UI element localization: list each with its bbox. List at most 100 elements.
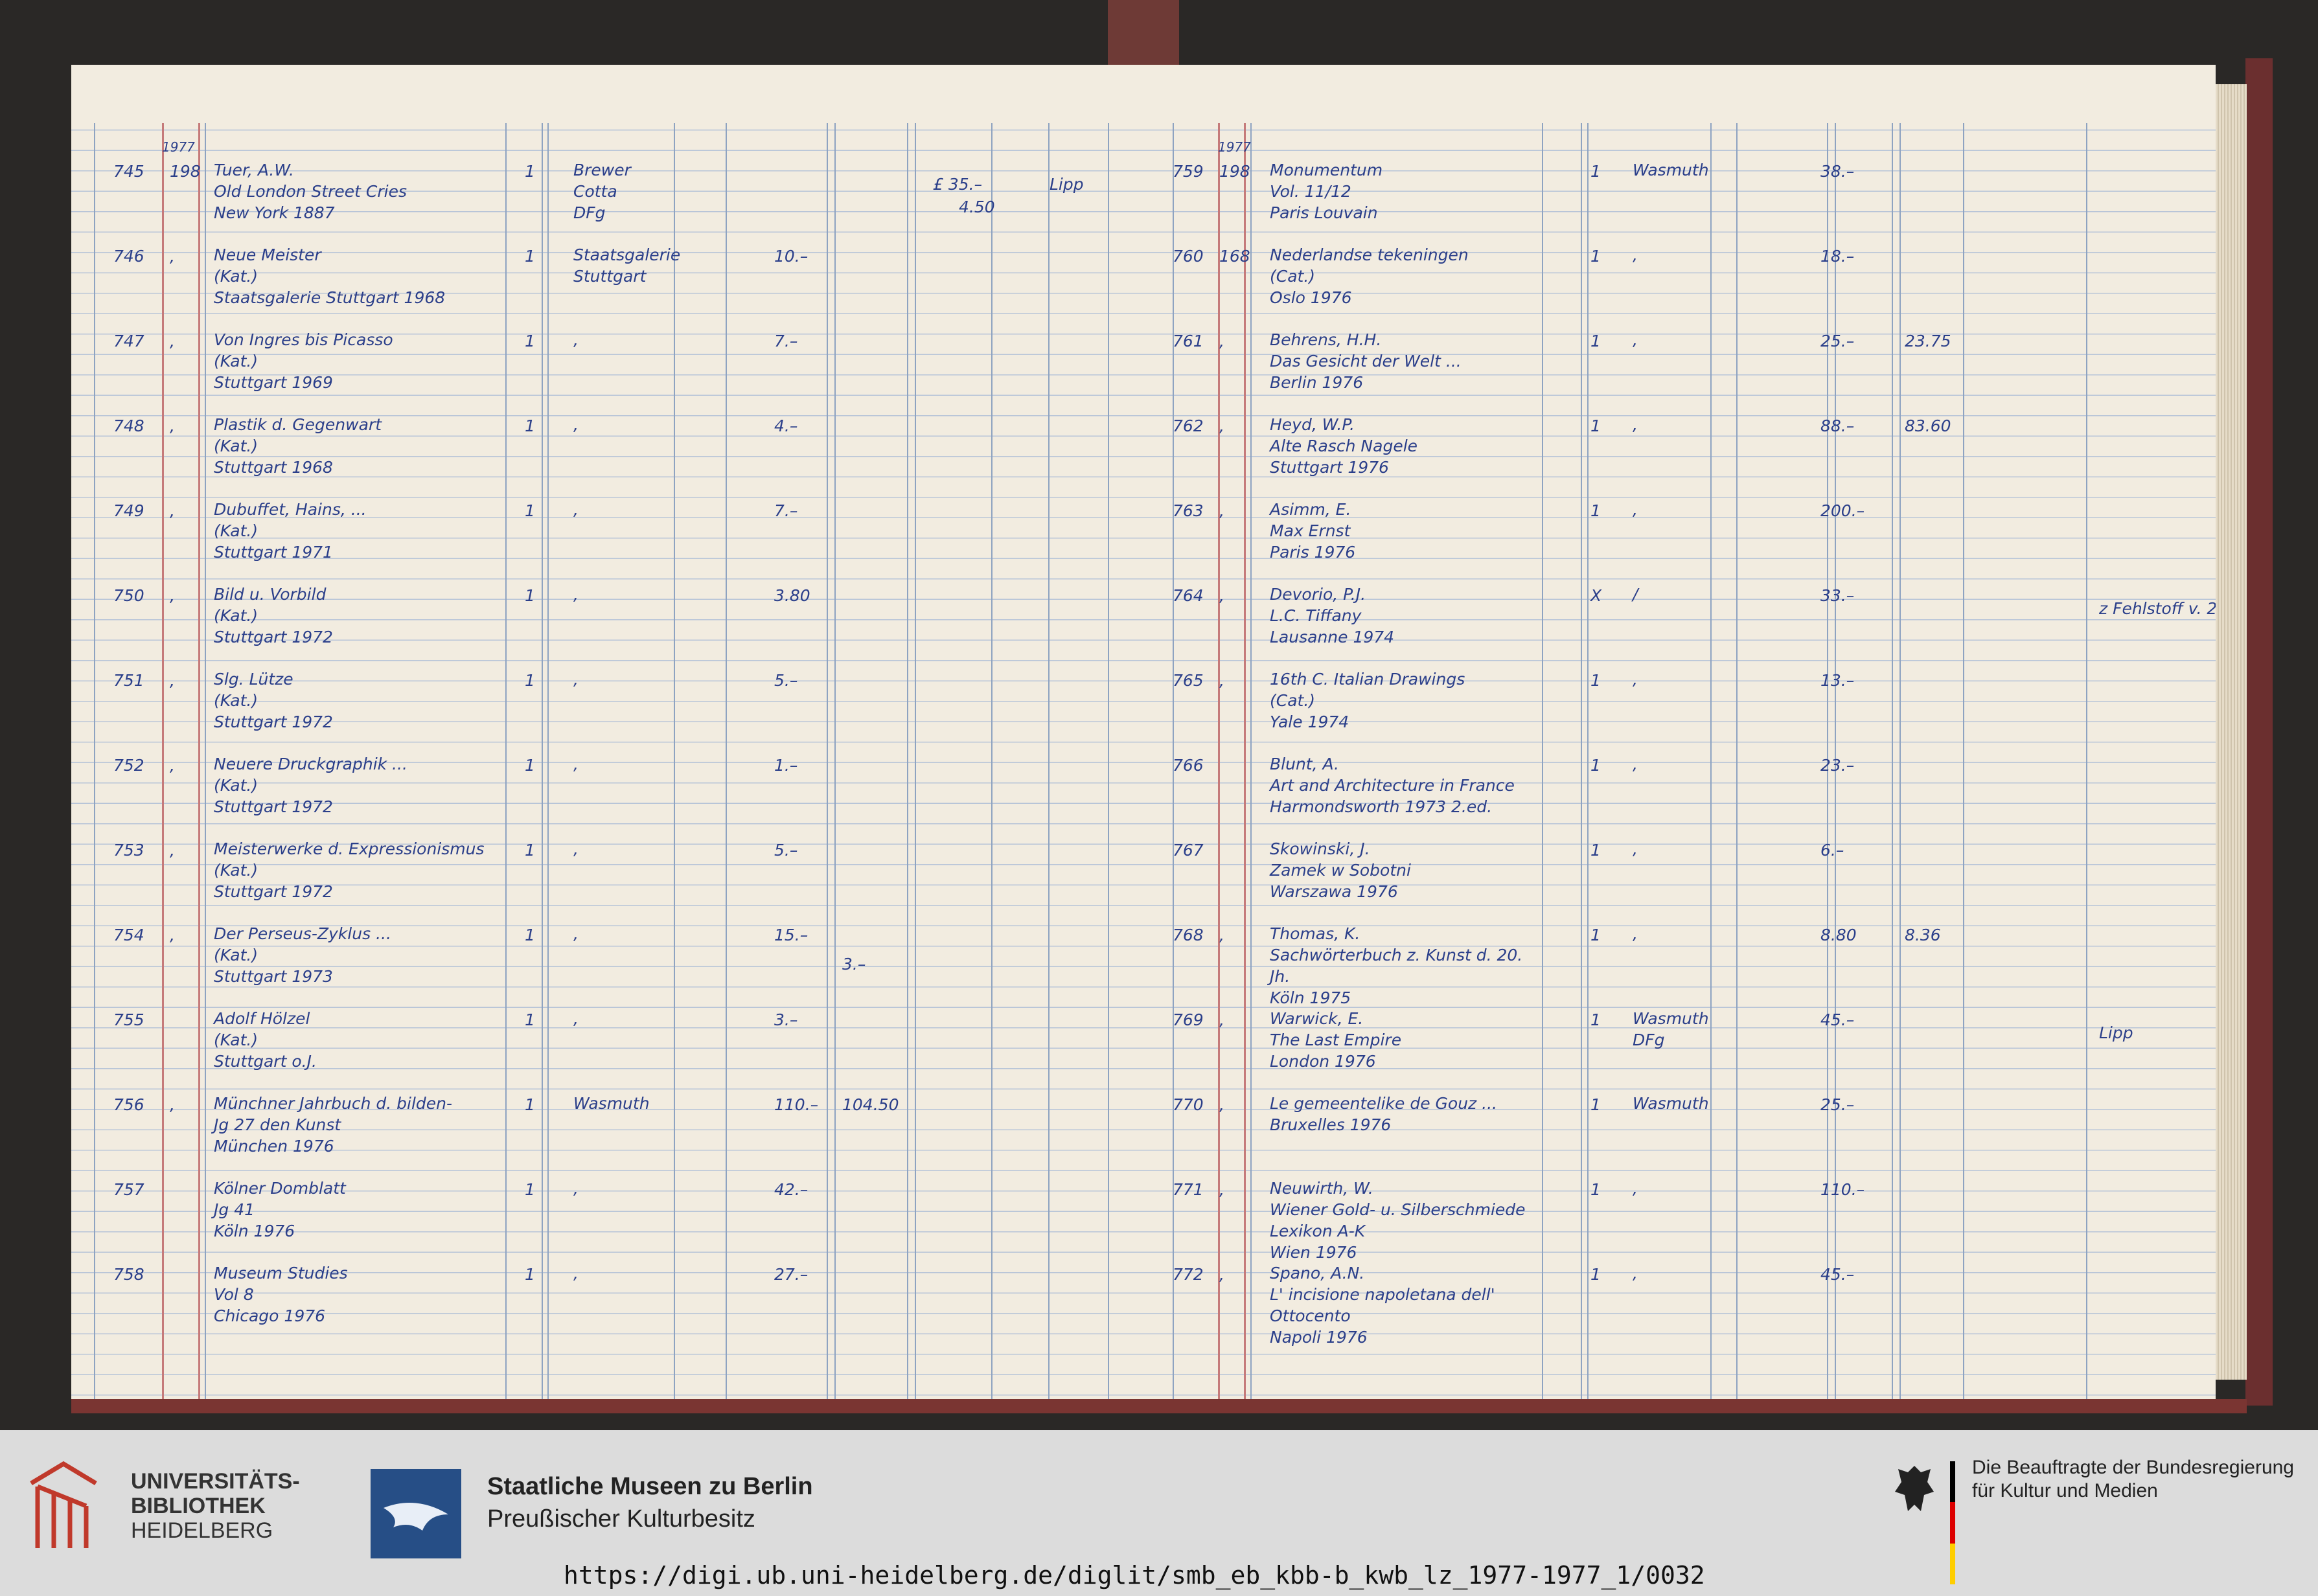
entry-source-line: ‚ bbox=[573, 755, 579, 773]
entry-number: 763 bbox=[1173, 501, 1204, 520]
entry-price: 5.– bbox=[774, 671, 798, 690]
entry-ref: ‚ bbox=[170, 671, 175, 690]
entry-price: 8.80 bbox=[1820, 926, 1857, 944]
entry-source-line: Wasmuth bbox=[1633, 1009, 1709, 1028]
entry-price-net: 3.– bbox=[842, 955, 866, 974]
entry-title-line: Paris 1976 bbox=[1270, 543, 1356, 562]
entry-source-line: ‚ bbox=[1633, 670, 1638, 689]
entry-title: Tuer, A.W. Old London Street Cries New Yor… bbox=[214, 159, 407, 223]
entry-quantity: X bbox=[1590, 586, 1602, 605]
entry-quantity: 1 bbox=[1590, 247, 1601, 266]
entry-number: 745 bbox=[113, 162, 144, 181]
entry-number: 760 bbox=[1173, 247, 1204, 266]
entry-title-line: Dubuffet, Hains, ... bbox=[214, 500, 367, 519]
federal-eagle-icon bbox=[1895, 1466, 1934, 1511]
entry-title-line: Oslo 1976 bbox=[1270, 288, 1352, 307]
entry-source-line: ‚ bbox=[573, 585, 579, 604]
entry-source: Brewer Cotta DFg bbox=[573, 159, 631, 223]
entry-title-line: Von Ingres bis Picasso bbox=[214, 330, 393, 349]
bkm-name: Die Beauftragte der Bundesregierung für … bbox=[1972, 1457, 2294, 1501]
entry-source-line: DFg bbox=[573, 203, 606, 222]
entry-number: 765 bbox=[1173, 671, 1204, 690]
ledger-scan: 1977 745 198 Tuer, A.W. Old London Street C… bbox=[0, 0, 2318, 1430]
entry-title-line: Jg 41 bbox=[214, 1200, 255, 1219]
entry-quantity: 1 bbox=[525, 1010, 535, 1029]
book-cover-bottom bbox=[71, 1399, 2247, 1413]
entry-title: Nederlandse tekeningen (Cat.) Oslo 1976 bbox=[1270, 244, 1469, 308]
entry-title: Devorio, P.J. L.C. Tiffany Lausanne 1974 bbox=[1270, 584, 1394, 648]
entry-title-line: Stuttgart 1973 bbox=[214, 967, 333, 986]
entry-title-line: Plastik d. Gegenwart bbox=[214, 415, 382, 434]
entry-source: ‚ bbox=[1633, 753, 1638, 775]
entry-title: Le gemeentelike de Gouz ... Bruxelles 197… bbox=[1270, 1093, 1497, 1135]
entry-title-line: Napoli 1976 bbox=[1270, 1328, 1368, 1347]
entry-title-line: Sachwörterbuch z. Kunst d. 20. bbox=[1270, 946, 1523, 964]
entry-quantity: 1 bbox=[525, 1180, 535, 1199]
entry-number: 764 bbox=[1173, 586, 1204, 605]
entry-price: 3.80 bbox=[774, 586, 810, 605]
entry-title-line: Spano, A.N. bbox=[1270, 1264, 1365, 1282]
entry-title-line: Warwick, E. bbox=[1270, 1009, 1364, 1028]
entry-title-line: Thomas, K. bbox=[1270, 924, 1360, 943]
entry-quantity: 1 bbox=[525, 416, 535, 435]
entry-source: ‚ bbox=[1633, 244, 1638, 266]
entry-source-line: ‚ bbox=[573, 1264, 579, 1282]
entry-title: Museum Studies Vol 8 Chicago 1976 bbox=[214, 1262, 348, 1327]
entry-quantity: 1 bbox=[1590, 756, 1601, 775]
entry-title-line: Yale 1974 bbox=[1270, 712, 1349, 731]
entry-price: 25.– bbox=[1820, 1095, 1855, 1114]
entry-title-line: Adolf Hölzel bbox=[214, 1009, 310, 1028]
entry-price: 10.– bbox=[774, 247, 809, 266]
entry-title-line: Jg 27 den Kunst bbox=[214, 1115, 341, 1134]
entry-source: ‚ bbox=[573, 753, 579, 775]
entry-source-line: ‚ bbox=[573, 839, 579, 858]
entry-price: 6.– bbox=[1820, 841, 1844, 860]
entry-source-line: Cotta bbox=[573, 182, 617, 201]
entry-price: 5.– bbox=[774, 841, 798, 860]
entry-source-line: ‚ bbox=[1633, 839, 1638, 858]
entry-title: Neuere Druckgraphik ... (Kat.) Stuttgart 1… bbox=[214, 753, 407, 817]
entry-price-net: 104.50 bbox=[842, 1095, 899, 1114]
entry-source: Staatsgalerie Stuttgart bbox=[573, 244, 680, 287]
entry-title-line: Blunt, A. bbox=[1270, 755, 1339, 773]
entry-ref: ‚ bbox=[170, 841, 175, 860]
entry-title: Bild u. Vorbild (Kat.) Stuttgart 1972 bbox=[214, 584, 333, 648]
entry-title-line: Le gemeentelike de Gouz ... bbox=[1270, 1094, 1497, 1113]
entry-title-line: L.C. Tiffany bbox=[1270, 606, 1362, 625]
entry-ref: ‚ bbox=[1219, 1265, 1224, 1284]
entry-number: 750 bbox=[113, 586, 144, 605]
entry-title-line: New York 1887 bbox=[214, 203, 335, 222]
entry-number: 766 bbox=[1173, 756, 1204, 775]
entry-title-line: Neuere Druckgraphik ... bbox=[214, 755, 407, 773]
source-url[interactable]: https://digi.ub.uni-heidelberg.de/diglit… bbox=[564, 1561, 1705, 1590]
entry-title-line: Asimm, E. bbox=[1270, 500, 1351, 519]
entry-quantity: 1 bbox=[525, 501, 535, 520]
entry-price: 42.– bbox=[774, 1180, 809, 1199]
entry-title-line: (Kat.) bbox=[214, 861, 258, 880]
left-ledger-page: 1977 745 198 Tuer, A.W. Old London Street C… bbox=[71, 65, 1154, 1399]
entry-title-line: (Kat.) bbox=[214, 946, 258, 964]
entry-title-line: Stuttgart o.J. bbox=[214, 1052, 317, 1071]
entry-quantity: 1 bbox=[525, 841, 535, 860]
entry-title-line: Neuwirth, W. bbox=[1270, 1179, 1373, 1198]
entry-title-line: Stuttgart 1972 bbox=[214, 628, 333, 646]
entry-ref: 198 bbox=[1219, 162, 1250, 181]
entry-ref: ‚ bbox=[170, 501, 175, 520]
entry-source: ‚ bbox=[573, 668, 579, 690]
entry-price: 45.– bbox=[1820, 1010, 1855, 1029]
entry-number: 758 bbox=[113, 1265, 144, 1284]
entry-ref: ‚ bbox=[1219, 416, 1224, 435]
entry-title-line: Stuttgart 1971 bbox=[214, 543, 333, 562]
entry-title: 16th C. Italian Drawings (Cat.) Yale 1974 bbox=[1270, 668, 1465, 733]
entry-title-line: Der Perseus-Zyklus ... bbox=[214, 924, 391, 943]
entry-source: ‚ bbox=[573, 838, 579, 860]
entry-source-line: ‚ bbox=[573, 670, 579, 689]
entry-quantity: 1 bbox=[525, 1095, 535, 1114]
entry-source-line: / bbox=[1633, 585, 1638, 604]
entry-source-line: ‚ bbox=[1633, 415, 1638, 434]
entry-source-line: Staatsgalerie bbox=[573, 245, 681, 264]
entry-price: 25.– bbox=[1820, 332, 1855, 350]
entry-title-line: L' incisione napoletana dell' bbox=[1270, 1285, 1495, 1304]
entry-quantity: 1 bbox=[1590, 501, 1601, 520]
entry-quantity: 1 bbox=[525, 926, 535, 944]
